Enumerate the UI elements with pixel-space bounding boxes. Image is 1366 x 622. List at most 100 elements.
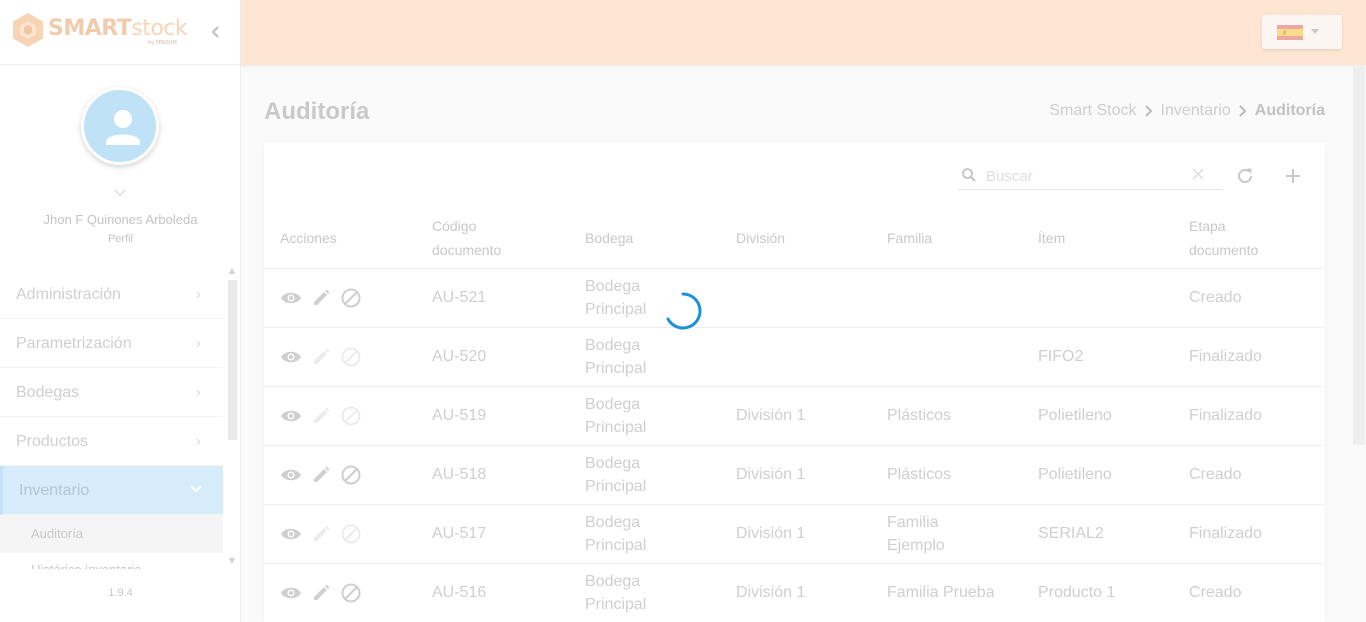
cell-familia: Plásticos — [871, 445, 1022, 505]
header-item[interactable]: Ítem — [1022, 209, 1173, 269]
cell-item: FIFO2 — [1022, 327, 1173, 387]
ban-icon — [340, 405, 362, 427]
search-box — [958, 163, 1222, 190]
chevron-down-icon[interactable] — [112, 187, 128, 199]
table-row[interactable]: AU-516 Bodega Principal División 1 Familia P… — [264, 563, 1325, 622]
eye-icon[interactable] — [280, 523, 302, 545]
eye-icon[interactable] — [280, 346, 302, 368]
topbar — [241, 0, 1366, 65]
plus-icon[interactable] — [1282, 165, 1304, 187]
chevron-left-icon — [211, 26, 219, 38]
actions-cell — [264, 504, 416, 564]
page-scrollbar[interactable] — [1351, 65, 1366, 445]
sidebar-item-parametrizacion[interactable]: Parametrización › — [0, 319, 223, 368]
sidebar-item-productos[interactable]: Productos › — [0, 417, 223, 466]
cell-etapa: Creado — [1173, 445, 1325, 505]
header-codigo-documento[interactable]: Código documento — [416, 209, 569, 269]
pencil-icon[interactable] — [310, 287, 332, 309]
user-icon — [106, 110, 140, 145]
table-row[interactable]: AU-520 Bodega Principal FIFO2 Finalizado — [264, 327, 1325, 387]
table-row[interactable]: AU-518 Bodega Principal División 1 Plásticos… — [264, 445, 1325, 505]
ban-icon — [340, 523, 362, 545]
cell-codigo: AU-517 — [416, 504, 569, 564]
sidebar-subitem-historico[interactable]: Histórico inventario — [0, 553, 223, 569]
pencil-icon[interactable] — [310, 582, 332, 604]
sidebar-item-label: Bodegas — [16, 384, 80, 401]
cell-division: División 1 — [720, 445, 871, 505]
avatar[interactable] — [81, 87, 159, 165]
chevron-right-icon: › — [195, 286, 201, 303]
search-icon — [962, 168, 976, 182]
pencil-icon — [310, 346, 332, 368]
header-division[interactable]: División — [720, 209, 871, 269]
cell-familia: Familia Prueba — [871, 563, 1022, 622]
sidebar-item-bodegas[interactable]: Bodegas › — [0, 368, 223, 417]
cell-codigo: AU-516 — [416, 563, 569, 622]
pencil-icon[interactable] — [310, 464, 332, 486]
cell-familia: Plásticos — [871, 386, 1022, 446]
sidebar-subitem-auditoria[interactable]: Auditoría — [0, 515, 223, 553]
collapse-sidebar-button[interactable] — [208, 21, 224, 43]
app-version: 1.9.4 — [108, 587, 133, 599]
scrollbar-thumb[interactable] — [228, 280, 237, 440]
logo-bar: SMARTstock by PENSUM — [0, 0, 240, 65]
chevron-right-icon — [1144, 105, 1152, 117]
table-row[interactable]: AU-517 Bodega Principal División 1 Familia Ej… — [264, 504, 1325, 564]
caret-down-icon — [1311, 29, 1319, 34]
chevron-right-icon — [1239, 105, 1247, 117]
eye-icon[interactable] — [280, 582, 302, 604]
scroll-down-icon[interactable]: ▼ — [227, 556, 237, 565]
sidebar-item-label: Inventario — [19, 482, 90, 499]
cell-item: SERIAL2 — [1022, 504, 1173, 564]
cell-familia — [871, 327, 1022, 387]
cell-bodega: Bodega Principal — [569, 445, 720, 505]
breadcrumb-item[interactable]: Smart Stock — [1049, 102, 1136, 120]
table-row[interactable]: AU-521 Bodega Principal Creado — [264, 268, 1325, 328]
logo-hex-icon — [13, 13, 43, 47]
refresh-icon[interactable] — [1234, 165, 1256, 187]
actions-cell — [264, 327, 416, 387]
cell-division: División 1 — [720, 386, 871, 446]
chevron-right-icon: › — [195, 335, 201, 352]
sidebar-scrollbar[interactable]: ▲ ▼ — [224, 266, 238, 568]
sidebar-item-inventario[interactable]: Inventario — [0, 466, 223, 515]
cell-etapa: Creado — [1173, 268, 1325, 328]
chevron-right-icon: › — [195, 433, 201, 450]
cell-familia: Familia Ejemplo — [871, 504, 1022, 564]
breadcrumb: Smart Stock Inventario Auditoría — [1049, 102, 1325, 120]
table-row[interactable]: AU-519 Bodega Principal División 1 Plásticos… — [264, 386, 1325, 446]
audit-table-card: Acciones Códigodocumento Bodega División… — [264, 143, 1325, 622]
sidebar-item-label: Administración — [16, 286, 121, 303]
logo-text: SMARTstock — [48, 16, 188, 41]
scroll-up-icon[interactable]: ▲ — [227, 266, 237, 275]
header-familia[interactable]: Familia — [871, 209, 1022, 269]
ban-icon[interactable] — [340, 287, 362, 309]
logo-subtitle: by PENSUM — [148, 40, 177, 46]
search-input[interactable] — [986, 163, 1186, 189]
header-bodega[interactable]: Bodega — [569, 209, 720, 269]
sidebar: SMARTstock by PENSUM Jhon F Quinones Arb… — [0, 0, 241, 622]
close-icon[interactable] — [1190, 166, 1206, 182]
breadcrumb-item[interactable]: Inventario — [1161, 102, 1231, 120]
ban-icon[interactable] — [340, 464, 362, 486]
scrollbar-thumb[interactable] — [1353, 65, 1365, 445]
page-title: Auditoría — [264, 98, 370, 125]
chevron-right-icon: › — [195, 384, 201, 401]
header-etapa-documento[interactable]: Etapa documento — [1173, 209, 1325, 269]
cell-bodega: Bodega Principal — [569, 504, 720, 564]
loading-spinner — [666, 292, 702, 330]
cell-etapa: Finalizado — [1173, 504, 1325, 564]
ban-icon — [340, 346, 362, 368]
sidebar-item-administracion[interactable]: Administración › — [0, 270, 223, 319]
actions-cell — [264, 268, 416, 328]
ban-icon[interactable] — [340, 582, 362, 604]
eye-icon[interactable] — [280, 405, 302, 427]
eye-icon[interactable] — [280, 287, 302, 309]
sidebar-item-label: Productos — [16, 433, 89, 450]
language-selector[interactable] — [1262, 15, 1342, 49]
eye-icon[interactable] — [280, 464, 302, 486]
user-name: Jhon F Quinones Arboleda — [43, 212, 198, 227]
cell-bodega: Bodega Principal — [569, 327, 720, 387]
user-role[interactable]: Perfil — [0, 233, 241, 245]
cell-bodega: Bodega Principal — [569, 386, 720, 446]
